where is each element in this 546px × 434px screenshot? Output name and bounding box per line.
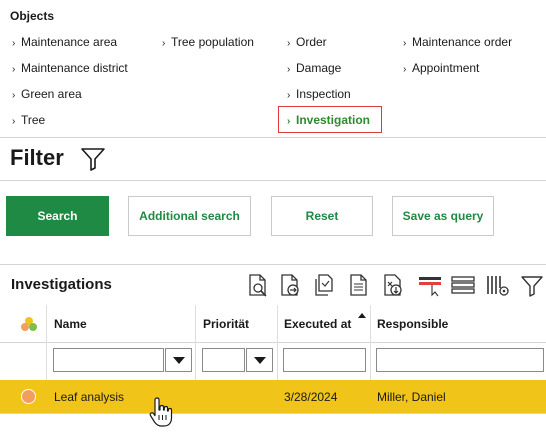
cell-responsible: Miller, Daniel <box>377 389 446 404</box>
object-link-investigation[interactable]: › Investigation <box>287 113 370 127</box>
document-import-icon[interactable] <box>381 272 405 298</box>
chevron-right-icon: › <box>287 38 291 49</box>
list-rows-icon[interactable] <box>451 272 475 298</box>
column-header-executed-at[interactable]: Executed at <box>284 305 351 343</box>
chevron-right-icon: › <box>12 64 16 75</box>
objects-title: Objects <box>10 9 55 23</box>
column-header-priority[interactable]: Priorität <box>203 305 249 343</box>
object-link-maintenance-area[interactable]: › Maintenance area <box>12 35 117 49</box>
priority-filter-dropdown[interactable] <box>246 348 273 372</box>
column-header-name[interactable]: Name <box>54 305 87 343</box>
object-link-maintenance-order[interactable]: › Maintenance order <box>403 35 512 49</box>
filter-icon[interactable] <box>520 272 544 298</box>
divider <box>0 180 546 181</box>
chevron-right-icon: › <box>162 38 166 49</box>
object-link-label: Inspection <box>296 87 351 101</box>
chevron-right-icon: › <box>287 90 291 101</box>
objects-panel: Objects › Maintenance area › Maintenance d… <box>0 0 546 137</box>
object-link-order[interactable]: › Order <box>287 35 327 49</box>
name-filter-dropdown[interactable] <box>165 348 192 372</box>
object-link-label: Green area <box>21 87 82 101</box>
status-dots-icon <box>21 317 37 331</box>
chevron-right-icon: › <box>12 38 16 49</box>
object-link-label: Maintenance area <box>21 35 118 49</box>
object-link-label: Order <box>296 35 327 49</box>
chevron-right-icon: › <box>12 90 16 101</box>
selection-icon[interactable] <box>418 272 442 298</box>
chevron-right-icon: › <box>287 64 291 75</box>
object-link-tree-population[interactable]: › Tree population <box>162 35 254 49</box>
name-filter-input[interactable] <box>53 348 164 372</box>
object-link-label: Tree population <box>171 35 254 49</box>
object-link-green-area[interactable]: › Green area <box>12 87 82 101</box>
object-link-maintenance-district[interactable]: › Maintenance district <box>12 61 128 75</box>
reset-button[interactable]: Reset <box>271 196 373 236</box>
object-link-label: Investigation <box>296 113 371 127</box>
save-as-query-button[interactable]: Save as query <box>392 196 494 236</box>
object-link-appointment[interactable]: › Appointment <box>403 61 479 75</box>
object-link-damage[interactable]: › Damage <box>287 61 341 75</box>
column-settings-icon[interactable] <box>486 272 510 298</box>
table-header: Name Priorität Executed at Responsible <box>0 305 546 343</box>
object-link-label: Tree <box>21 113 46 127</box>
filter-title: Filter <box>10 145 64 170</box>
document-export-icon[interactable] <box>278 272 302 298</box>
object-link-tree[interactable]: › Tree <box>12 113 45 127</box>
object-link-label: Appointment <box>412 61 480 75</box>
executed-at-filter-input[interactable] <box>283 348 366 372</box>
divider <box>0 264 546 265</box>
object-link-label: Damage <box>296 61 342 75</box>
hand-cursor-icon <box>148 396 176 428</box>
search-button[interactable]: Search <box>6 196 109 236</box>
funnel-icon[interactable] <box>80 146 106 172</box>
cell-executed-at: 3/28/2024 <box>284 389 338 404</box>
chevron-right-icon: › <box>403 38 407 49</box>
additional-search-button[interactable]: Additional search <box>128 196 251 236</box>
responsible-filter-input[interactable] <box>376 348 544 372</box>
copy-document-icon[interactable] <box>312 272 336 298</box>
object-link-label: Maintenance district <box>21 61 128 75</box>
status-indicator <box>21 389 36 404</box>
status-column-header[interactable] <box>20 305 38 343</box>
chevron-down-icon <box>172 356 185 364</box>
document-icon[interactable] <box>347 272 371 298</box>
chevron-down-icon <box>253 356 266 364</box>
sort-ascending-icon[interactable] <box>358 313 366 318</box>
column-header-responsible[interactable]: Responsible <box>377 305 448 343</box>
priority-filter-input[interactable] <box>202 348 245 372</box>
column-filter-row <box>0 343 546 380</box>
table-row[interactable]: Leaf analysis 3/28/2024 Miller, Daniel <box>0 380 546 413</box>
investigations-title: Investigations <box>11 276 112 293</box>
chevron-right-icon: › <box>12 116 16 127</box>
cell-name: Leaf analysis <box>54 389 125 404</box>
divider <box>0 413 546 414</box>
chevron-right-icon: › <box>403 64 407 75</box>
object-link-label: Maintenance order <box>412 35 513 49</box>
object-link-inspection[interactable]: › Inspection <box>287 87 351 101</box>
document-search-icon[interactable] <box>246 272 270 298</box>
chevron-right-icon: › <box>287 116 291 127</box>
divider <box>0 137 546 138</box>
